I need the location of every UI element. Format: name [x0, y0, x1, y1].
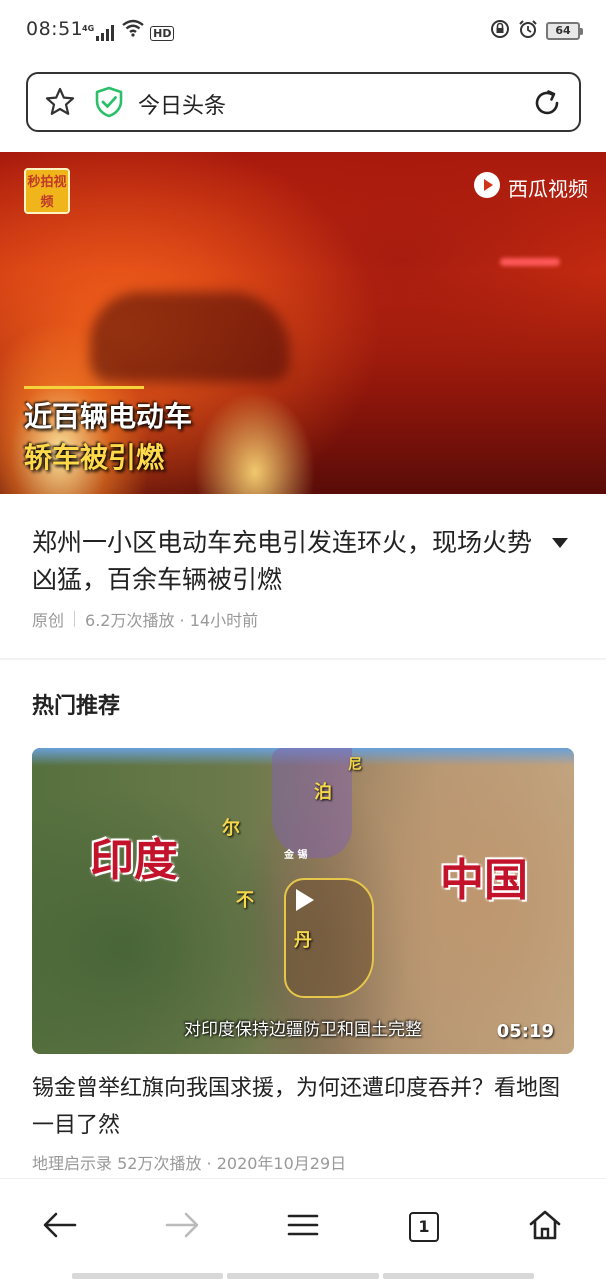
map-region-nepal: [272, 748, 352, 858]
map-label-sikkim: 金 锡: [284, 850, 308, 861]
menu-button[interactable]: [281, 1205, 325, 1249]
bookmark-star-icon[interactable]: [44, 86, 76, 122]
video-duration: 05:19: [496, 1021, 554, 1042]
status-left-icons: 4G HD: [82, 19, 175, 41]
status-time: 08:51: [26, 18, 84, 40]
hero-video-player[interactable]: 秒拍视频 西瓜视频 近百辆电动车 轿车被引燃: [0, 152, 606, 494]
video-brand-label: 西瓜视频: [508, 177, 588, 201]
back-button[interactable]: [38, 1205, 82, 1249]
recommended-video-thumbnail[interactable]: 印度 中国 尼 泊 尔 不 丹 金 锡 对印度保持边疆防卫和国土完整 05:19: [32, 748, 574, 1054]
hamburger-menu-icon: [287, 1213, 319, 1241]
video-caption-line2: 轿车被引燃: [24, 441, 165, 474]
video-frame-light: [500, 258, 560, 266]
battery-icon: 64: [546, 22, 583, 40]
recommended-video-meta: 地理启示录 52万次播放 · 2020年10月29日: [32, 1154, 347, 1173]
article-title: 郑州一小区电动车充电引发连环火，现场火势凶猛，百余车辆被引燃: [32, 528, 533, 594]
arrow-right-icon: [165, 1212, 199, 1242]
map-label-bu: 不: [236, 890, 254, 911]
address-bar[interactable]: 今日头条: [26, 72, 581, 132]
cellular-signal-icon: 4G: [82, 24, 116, 41]
gesture-segment: [227, 1273, 379, 1279]
map-label-china: 中国: [440, 855, 528, 906]
recommended-video-title[interactable]: 锡金曾举红旗向我国求援，为何还遭印度吞并？看地图一目了然: [32, 1070, 572, 1144]
video-frame-shadow: [90, 292, 290, 382]
tab-count: 1: [418, 1217, 430, 1236]
caption-accent-line: [24, 386, 144, 389]
arrow-left-icon: [43, 1212, 77, 1242]
section-divider: [0, 658, 606, 660]
recommendations-heading: 热门推荐: [32, 694, 121, 719]
expand-description-icon[interactable]: [551, 534, 569, 553]
map-label-india: 印度: [90, 835, 178, 886]
source-badge: 秒拍视频: [24, 168, 70, 214]
gesture-indicator: [72, 1273, 534, 1279]
forward-button[interactable]: [160, 1205, 204, 1249]
video-caption-line1: 近百辆电动车: [24, 400, 193, 433]
page-title[interactable]: 今日头条: [138, 88, 226, 120]
video-subtitle: 对印度保持边疆防卫和国土完整: [184, 1020, 422, 1040]
map-label-dan: 丹: [294, 930, 312, 951]
hd-label: HD: [150, 26, 175, 41]
reload-icon[interactable]: [531, 87, 563, 123]
security-shield-icon[interactable]: [94, 86, 124, 122]
video-brand-watermark: 西瓜视频: [472, 170, 588, 205]
home-icon: [528, 1209, 562, 1245]
tabs-button[interactable]: 1: [402, 1205, 446, 1249]
home-button[interactable]: [523, 1205, 567, 1249]
article-meta: 原创 6.2万次播放 · 14小时前: [32, 607, 258, 631]
wifi-icon: [122, 19, 144, 41]
network-type-label: 4G: [82, 24, 95, 33]
xigua-logo-icon: [472, 170, 502, 205]
rotation-lock-icon: [490, 19, 510, 43]
bottom-navigation: 1: [0, 1178, 606, 1280]
map-label-ni: 尼: [348, 757, 362, 773]
play-icon[interactable]: [286, 883, 320, 917]
meta-divider: [74, 611, 76, 627]
status-right-icons: 64: [490, 19, 583, 43]
article-stats: 6.2万次播放 · 14小时前: [85, 611, 259, 630]
map-label-bo: 泊: [314, 782, 332, 803]
status-bar: 08:51 4G HD 64: [0, 0, 606, 62]
alarm-icon: [518, 19, 538, 43]
map-label-er: 尔: [222, 818, 240, 839]
gesture-segment: [382, 1273, 534, 1279]
gesture-segment: [72, 1273, 224, 1279]
tabs-icon: 1: [409, 1212, 439, 1242]
article-source: 原创: [32, 611, 65, 630]
